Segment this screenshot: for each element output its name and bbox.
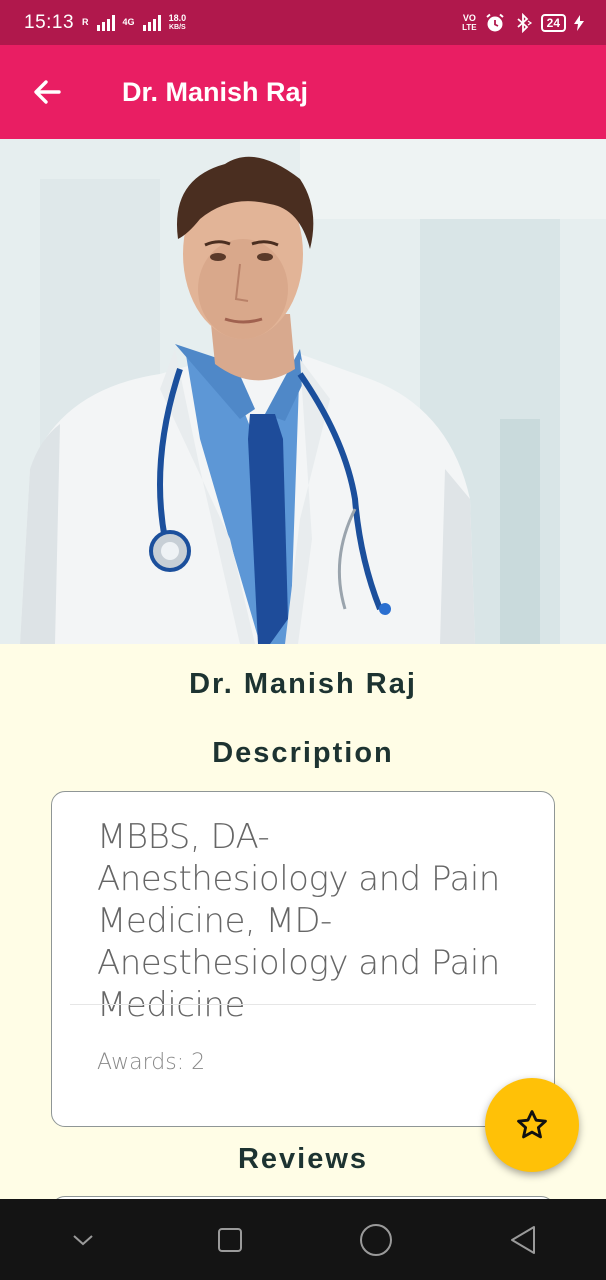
nav-hide-button[interactable] bbox=[53, 1210, 113, 1270]
signal-icon bbox=[96, 14, 115, 31]
nav-back-button[interactable] bbox=[493, 1210, 553, 1270]
volte-top-label: VO bbox=[462, 12, 476, 23]
awards-text: Awards: 2 bbox=[97, 1050, 206, 1075]
doctor-name: Dr. Manish Raj bbox=[189, 668, 417, 700]
back-button[interactable] bbox=[19, 64, 75, 120]
alarm-icon bbox=[486, 13, 504, 31]
app-bar: Dr. Manish Raj bbox=[0, 45, 606, 139]
description-text: MBBS, DA-Anesthesiology and Pain Medicin… bbox=[97, 817, 500, 1025]
arrow-back-icon bbox=[34, 80, 61, 104]
volte-icon: VO LTE bbox=[462, 12, 477, 32]
volte-bottom-label: LTE bbox=[462, 22, 477, 32]
status-time: 15:13 bbox=[24, 11, 75, 33]
nav-home-button[interactable] bbox=[346, 1210, 406, 1270]
app-bar-title: Dr. Manish Raj bbox=[122, 76, 309, 107]
carrier-r-label: R bbox=[82, 17, 89, 27]
system-nav-bar bbox=[0, 1199, 606, 1280]
description-card: MBBS, DA-Anesthesiology and Pain Medicin… bbox=[51, 791, 555, 1127]
network-speed-value: 18.0 bbox=[168, 12, 187, 23]
status-right: VO LTE 24 bbox=[462, 12, 584, 33]
favorite-fab-button[interactable] bbox=[485, 1078, 579, 1172]
doctor-photo bbox=[0, 139, 606, 644]
nav-recents-button[interactable] bbox=[200, 1210, 260, 1270]
charging-icon bbox=[574, 14, 584, 31]
card-divider bbox=[70, 1004, 536, 1005]
recent-apps-icon bbox=[217, 1227, 242, 1252]
battery-indicator: 24 bbox=[540, 13, 566, 32]
star-outline-icon bbox=[517, 1110, 547, 1139]
bluetooth-icon bbox=[517, 12, 532, 33]
chevron-down-icon bbox=[73, 1234, 93, 1245]
doctor-illustration bbox=[0, 139, 606, 644]
signal-icon-2 bbox=[142, 14, 161, 31]
network-speed: 18.0 KB/S bbox=[168, 12, 187, 32]
network-4g-label: 4G bbox=[122, 17, 135, 27]
back-icon bbox=[510, 1225, 535, 1254]
home-icon bbox=[360, 1223, 393, 1256]
network-speed-unit: KB/S bbox=[168, 23, 186, 31]
status-bar: 15:13 R 4G 18.0 KB/S VO LTE 24 bbox=[0, 0, 606, 45]
status-left: 15:13 R 4G 18.0 KB/S bbox=[24, 12, 186, 34]
description-heading: Description bbox=[212, 737, 394, 769]
